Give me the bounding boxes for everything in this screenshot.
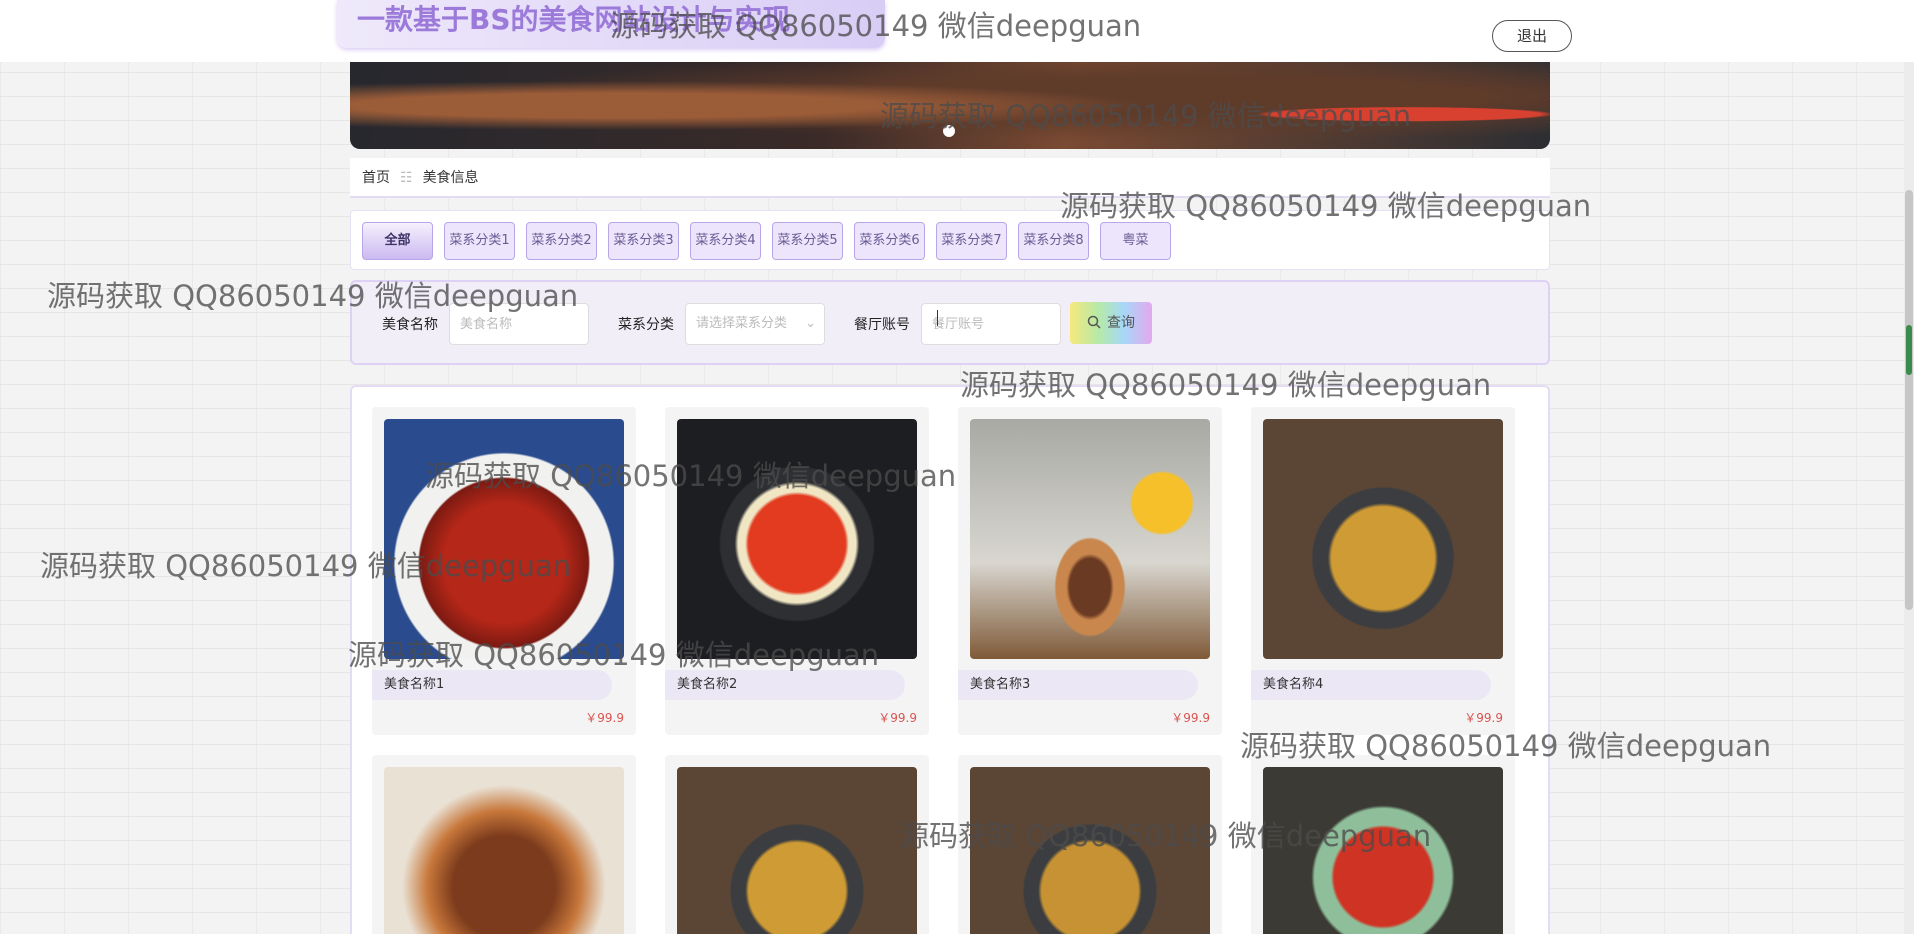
food-name-input[interactable]: [449, 303, 589, 345]
food-image[interactable]: [677, 419, 917, 659]
restaurant-account-label: 餐厅账号: [854, 317, 910, 333]
search-form: 美食名称 菜系分类 请选择菜系分类 ⌄ 餐厅账号 查询: [350, 280, 1550, 365]
category-6[interactable]: 菜系分类6: [854, 222, 925, 260]
category-1[interactable]: 菜系分类1: [444, 222, 515, 260]
food-price: ￥99.9: [585, 711, 624, 725]
breadcrumb-home[interactable]: 首页: [362, 170, 390, 186]
category-7[interactable]: 菜系分类7: [936, 222, 1007, 260]
food-name[interactable]: 美食名称2: [665, 670, 905, 700]
breadcrumb: 首页 ☷ 美食信息: [350, 158, 1550, 198]
category-all[interactable]: 全部: [362, 222, 433, 260]
food-image[interactable]: [1263, 767, 1503, 934]
food-image[interactable]: [384, 419, 624, 659]
restaurant-account-input[interactable]: [921, 303, 1061, 345]
text-cursor-icon: [937, 310, 938, 326]
food-image[interactable]: [384, 767, 624, 934]
category-select-placeholder: 请选择菜系分类: [696, 316, 788, 331]
search-button[interactable]: 查询: [1070, 302, 1152, 344]
category-label: 菜系分类: [618, 317, 674, 333]
food-card[interactable]: 美食名称3 ￥99.9: [958, 407, 1222, 735]
category-5[interactable]: 菜系分类5: [772, 222, 843, 260]
search-icon: [1087, 315, 1101, 329]
category-4[interactable]: 菜系分类4: [690, 222, 761, 260]
food-price: ￥99.9: [878, 711, 917, 725]
food-price: ￥99.9: [1464, 711, 1503, 725]
food-card[interactable]: [1251, 755, 1515, 934]
category-8[interactable]: 菜系分类8: [1018, 222, 1089, 260]
breadcrumb-separator-icon: ☷: [400, 170, 413, 186]
breadcrumb-current: 美食信息: [422, 170, 479, 186]
food-card[interactable]: [958, 755, 1222, 934]
scrollbar-thumb[interactable]: [1905, 190, 1913, 610]
food-grid: 美食名称1 ￥99.9 美食名称2 ￥99.9 美食名称3 ￥99.9 美食名称…: [350, 385, 1550, 934]
food-image[interactable]: [970, 767, 1210, 934]
carousel-indicator[interactable]: [943, 125, 955, 137]
food-image[interactable]: [677, 767, 917, 934]
food-name-label: 美食名称: [382, 317, 438, 333]
food-card[interactable]: [665, 755, 929, 934]
top-header: 一款基于BS的美食网站设计与实现 退出: [0, 0, 1914, 62]
food-card[interactable]: 美食名称4 ￥99.9: [1251, 407, 1515, 735]
category-2[interactable]: 菜系分类2: [526, 222, 597, 260]
food-name[interactable]: 美食名称3: [958, 670, 1198, 700]
category-3[interactable]: 菜系分类3: [608, 222, 679, 260]
search-button-label: 查询: [1107, 315, 1135, 331]
food-card[interactable]: 美食名称1 ￥99.9: [372, 407, 636, 735]
food-name[interactable]: 美食名称1: [372, 670, 612, 700]
logout-button[interactable]: 退出: [1492, 20, 1572, 52]
food-image[interactable]: [970, 419, 1210, 659]
category-yue[interactable]: 粤菜: [1100, 222, 1171, 260]
food-image[interactable]: [1263, 419, 1503, 659]
chevron-down-icon: ⌄: [805, 316, 816, 331]
food-name[interactable]: 美食名称4: [1251, 670, 1491, 700]
scrollbar-marker: [1906, 325, 1912, 375]
banner-carousel[interactable]: [350, 62, 1550, 149]
food-price: ￥99.9: [1171, 711, 1210, 725]
site-title: 一款基于BS的美食网站设计与实现: [337, 0, 885, 48]
category-filter-bar: 全部 菜系分类1 菜系分类2 菜系分类3 菜系分类4 菜系分类5 菜系分类6 菜…: [350, 210, 1550, 270]
food-card[interactable]: [372, 755, 636, 934]
category-select[interactable]: 请选择菜系分类 ⌄: [685, 303, 825, 345]
food-card[interactable]: 美食名称2 ￥99.9: [665, 407, 929, 735]
